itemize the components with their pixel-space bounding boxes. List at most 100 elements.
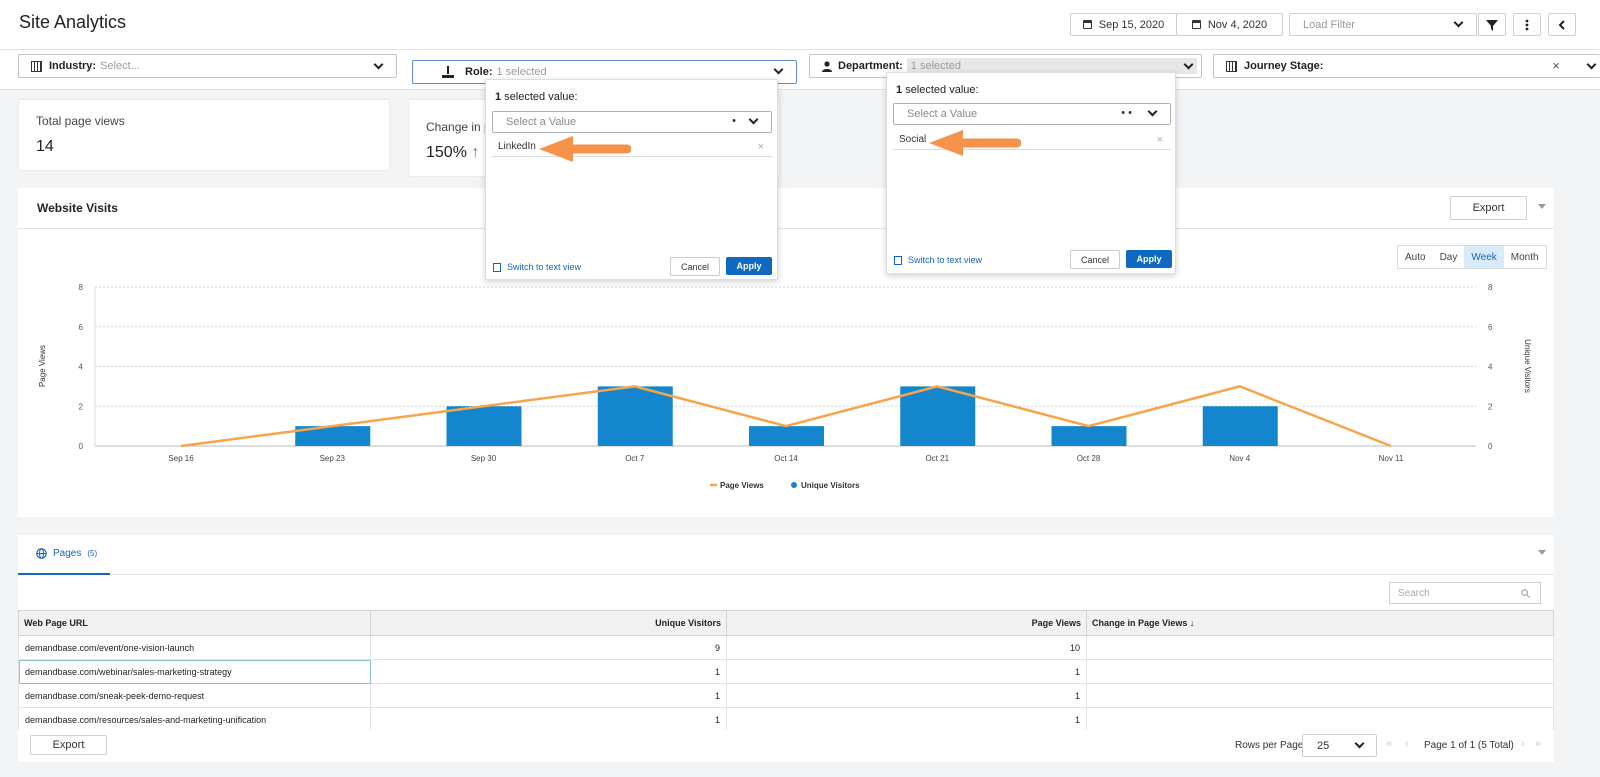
change-page-views-value: 150% ↑ <box>426 144 479 162</box>
calendar-icon <box>1191 20 1201 29</box>
bar <box>1202 406 1278 446</box>
rows-per-page-value: 25 <box>1317 739 1330 752</box>
column-header-url[interactable]: Web Page URL <box>18 610 371 636</box>
filter-icon <box>1486 19 1498 31</box>
end-date-label: Nov 4, 2020 <box>1207 18 1268 31</box>
start-date-picker[interactable]: Sep 15, 2020 <box>1070 13 1177 36</box>
chevron-down-icon <box>1586 59 1597 70</box>
switch-to-text-view-link[interactable]: Switch to text view <box>894 255 982 265</box>
cell-page-views: 1 <box>726 707 1087 732</box>
column-header-page-views[interactable]: Page Views <box>726 610 1087 636</box>
selected-value-label: Social <box>899 134 927 145</box>
table-row[interactable]: demandbase.com/webinar/sales-marketing-s… <box>18 659 1554 684</box>
tab-underline <box>18 573 110 575</box>
selected-count: 1 <box>495 91 502 103</box>
cell-page-views: 1 <box>726 683 1087 708</box>
rows-per-page-select[interactable]: 25 <box>1302 734 1377 757</box>
building-icon <box>1226 60 1237 72</box>
spinner-icon: • <box>732 115 736 127</box>
cell-page-views: 10 <box>726 635 1087 660</box>
cancel-button[interactable]: Cancel <box>670 257 720 276</box>
cell-change <box>1086 635 1554 660</box>
granularity-auto[interactable]: Auto <box>1398 246 1433 268</box>
granularity-toggle[interactable]: Auto Day Week Month <box>1397 245 1547 269</box>
x-tick-label: Nov 11 <box>1379 454 1404 463</box>
granularity-month[interactable]: Month <box>1504 246 1546 268</box>
apply-button[interactable]: Apply <box>726 257 772 275</box>
y2-tick-label: 0 <box>1488 442 1493 451</box>
table-row[interactable]: demandbase.com/event/one-vision-launch 9… <box>18 635 1554 660</box>
role-filter-label: Role: <box>465 66 493 78</box>
selected-value-item[interactable]: LinkedIn × <box>492 137 772 157</box>
building-icon <box>31 60 42 72</box>
cell-change <box>1086 659 1554 684</box>
edit-icon <box>894 255 902 265</box>
change-page-views-label: Change in p <box>426 120 491 134</box>
journey-stage-filter[interactable]: Journey Stage: × <box>1213 54 1600 78</box>
callout-arrow-icon <box>539 136 631 162</box>
granularity-day[interactable]: Day <box>1433 246 1465 268</box>
journey-stage-filter-label: Journey Stage: <box>1244 60 1324 72</box>
industry-filter[interactable]: Industry: Select... <box>18 54 397 78</box>
selected-value-header: 1 selected value: <box>896 84 979 96</box>
department-value-select[interactable]: Select a Value • • <box>893 103 1171 125</box>
chevron-down-icon <box>748 114 759 125</box>
collapse-button[interactable] <box>1548 13 1576 36</box>
cancel-button[interactable]: Cancel <box>1070 250 1120 269</box>
chevron-down-icon <box>773 64 784 75</box>
pages-search-input[interactable]: Search <box>1389 582 1541 604</box>
table-export-button[interactable]: Export <box>30 735 107 755</box>
table-row[interactable]: demandbase.com/sneak-peek-demo-request 1… <box>18 683 1554 708</box>
next-page-icon[interactable]: › <box>1521 738 1525 750</box>
cell-change <box>1086 683 1554 708</box>
granularity-week[interactable]: Week <box>1464 246 1504 268</box>
clear-icon[interactable]: × <box>1552 58 1560 73</box>
switch-to-text-view-link[interactable]: Switch to text view <box>493 262 581 272</box>
tab-pages-label: Pages <box>53 548 82 559</box>
y2-tick-label: 6 <box>1488 323 1493 332</box>
first-page-icon[interactable]: « <box>1386 738 1392 750</box>
selected-header-text: selected value: <box>905 84 979 96</box>
page-title: Site Analytics <box>19 12 127 32</box>
y-tick-label: 4 <box>79 363 84 372</box>
person-icon <box>822 60 832 72</box>
apply-button[interactable]: Apply <box>1126 250 1172 268</box>
search-placeholder: Search <box>1398 587 1430 599</box>
caret-down-icon[interactable] <box>1538 204 1546 209</box>
bar <box>597 386 673 446</box>
remove-icon[interactable]: × <box>1157 134 1163 146</box>
legend-swatch-dot <box>791 482 797 488</box>
chevron-down-icon <box>373 59 384 70</box>
column-header-unique-visitors[interactable]: Unique Visitors <box>370 610 727 636</box>
arrow-up-icon: ↑ <box>471 144 480 161</box>
more-options-button[interactable] <box>1513 13 1541 36</box>
cell-page-views: 1 <box>726 659 1087 684</box>
load-filter-select[interactable]: Load Filter <box>1289 13 1477 36</box>
selected-value-label: LinkedIn <box>498 141 536 152</box>
load-filter-placeholder: Load Filter <box>1303 18 1355 31</box>
role-value-select[interactable]: Select a Value • <box>492 111 772 133</box>
website-visits-title: Website Visits <box>37 201 118 215</box>
x-tick-label: Oct 28 <box>1077 454 1101 463</box>
department-filter-dropdown: 1 selected value: Select a Value • • Soc… <box>886 72 1176 274</box>
tab-pages[interactable]: Pages (5) <box>36 548 97 559</box>
cell-url: demandbase.com/sneak-peek-demo-request <box>18 683 371 708</box>
industry-filter-value: Select... <box>100 60 140 72</box>
table-row[interactable]: demandbase.com/resources/sales-and-marke… <box>18 707 1554 732</box>
bar <box>749 426 824 446</box>
divider <box>18 228 1554 229</box>
prev-page-icon[interactable]: ‹ <box>1405 738 1409 750</box>
last-page-icon[interactable]: » <box>1535 738 1541 750</box>
x-tick-label: Oct 21 <box>925 454 949 463</box>
globe-icon <box>36 548 47 559</box>
filter-button[interactable] <box>1478 13 1506 36</box>
edit-icon <box>493 262 501 272</box>
cell-unique-visitors: 9 <box>370 635 727 660</box>
chart-export-button[interactable]: Export <box>1450 196 1527 220</box>
caret-down-icon[interactable] <box>1538 550 1546 555</box>
column-header-change[interactable]: Change in Page Views ↓ <box>1086 610 1554 636</box>
remove-icon[interactable]: × <box>758 141 764 153</box>
end-date-picker[interactable]: Nov 4, 2020 <box>1176 13 1283 36</box>
chevron-down-icon <box>1354 738 1365 749</box>
selected-value-header: 1 selected value: <box>495 91 578 103</box>
